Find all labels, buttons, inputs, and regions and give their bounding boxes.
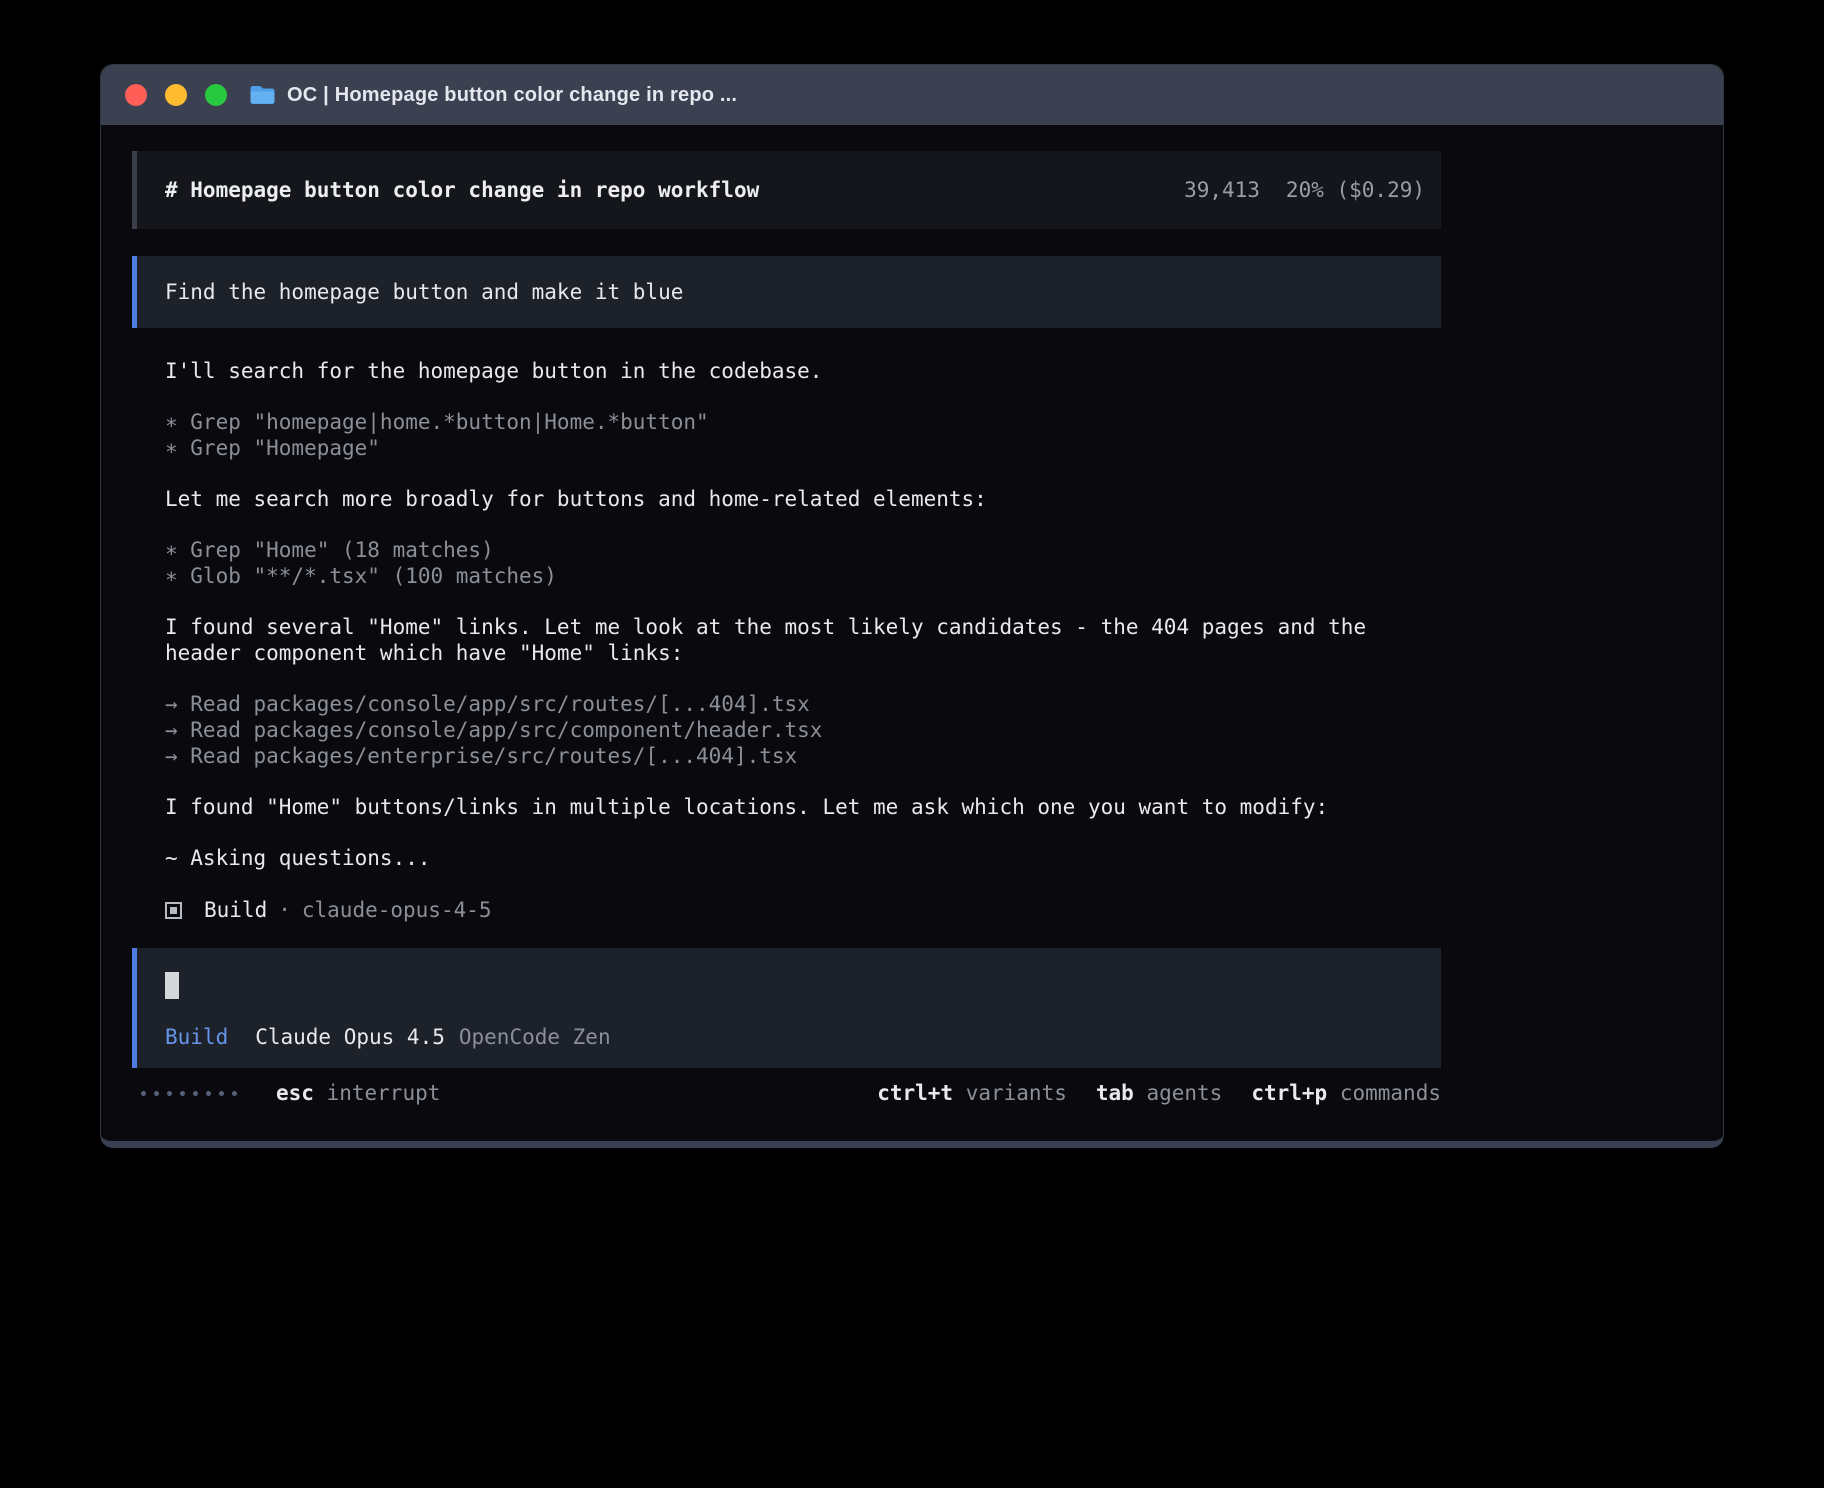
variants-hint: ctrl+t variants [877, 1081, 1067, 1105]
tool-call: → Read packages/enterprise/src/routes/[.… [165, 743, 1441, 769]
prompt-input[interactable]: Build Claude Opus 4.5 OpenCode Zen [132, 948, 1441, 1068]
assistant-text: I'll search for the homepage button in t… [165, 358, 1441, 384]
tool-call: ∗ Glob "**/*.tsx" (100 matches) [165, 563, 1441, 589]
interrupt-hint: esc interrupt [276, 1081, 440, 1105]
agent-separator: · [278, 897, 291, 923]
session-title: # Homepage button color change in repo w… [165, 178, 1184, 202]
commands-hint: ctrl+p commands [1251, 1081, 1441, 1105]
agent-name: Build [204, 897, 267, 923]
mode-indicator[interactable]: Build [165, 1024, 228, 1050]
model-name: Claude Opus 4.5 [255, 1024, 445, 1050]
square-dot-icon [165, 902, 182, 919]
tool-call: ∗ Grep "Homepage" [165, 435, 1441, 461]
session-stats: 39,413 20% ($0.29) [1184, 178, 1425, 202]
tool-call: → Read packages/console/app/src/routes/[… [165, 691, 1441, 717]
folder-icon [249, 84, 276, 106]
session-header: # Homepage button color change in repo w… [132, 151, 1441, 229]
status-bar: esc interrupt ctrl+t variants tab agents [132, 1081, 1441, 1105]
assistant-text: I found several "Home" links. Let me loo… [165, 614, 1441, 666]
provider-name: OpenCode Zen [459, 1024, 611, 1050]
user-message: Find the homepage button and make it blu… [132, 256, 1441, 328]
close-button[interactable] [125, 84, 147, 106]
terminal-window: OC | Homepage button color change in rep… [100, 64, 1724, 1148]
tool-call: ∗ Grep "homepage|home.*button|Home.*butt… [165, 409, 1441, 435]
text-cursor [165, 972, 179, 999]
dots-spinner-icon [141, 1091, 237, 1096]
input-footer: Build Claude Opus 4.5 OpenCode Zen [165, 1024, 1425, 1050]
assistant-transcript: I'll search for the homepage button in t… [132, 358, 1441, 923]
commands-label: commands [1340, 1081, 1441, 1105]
minimize-button[interactable] [165, 84, 187, 106]
tool-call: ∗ Grep "Home" (18 matches) [165, 537, 1441, 563]
interrupt-label [314, 1081, 327, 1105]
tab-key: tab [1096, 1081, 1134, 1105]
asking-status: ~ Asking questions... [165, 845, 1441, 871]
agents-hint: tab agents [1096, 1081, 1222, 1105]
traffic-lights [125, 84, 227, 106]
agent-model: claude-opus-4-5 [302, 897, 492, 923]
agent-row: Build · claude-opus-4-5 [165, 897, 1441, 923]
shortcut-hints: ctrl+t variants tab agents ctrl+p comman… [877, 1081, 1441, 1105]
window-title: OC | Homepage button color change in rep… [287, 84, 737, 107]
variants-label: variants [966, 1081, 1067, 1105]
assistant-text: I found "Home" buttons/links in multiple… [165, 794, 1441, 820]
token-count: 39,413 [1184, 178, 1260, 202]
zoom-button[interactable] [205, 84, 227, 106]
user-message-text: Find the homepage button and make it blu… [165, 280, 683, 304]
ctrl-t-key: ctrl+t [877, 1081, 953, 1105]
assistant-text: Let me search more broadly for buttons a… [165, 486, 1441, 512]
window-titlebar[interactable]: OC | Homepage button color change in rep… [101, 65, 1723, 125]
agents-label: agents [1146, 1081, 1222, 1105]
context-usage: 20% ($0.29) [1286, 178, 1425, 202]
tool-call: → Read packages/console/app/src/componen… [165, 717, 1441, 743]
esc-key: esc [276, 1081, 314, 1105]
ctrl-p-key: ctrl+p [1251, 1081, 1327, 1105]
